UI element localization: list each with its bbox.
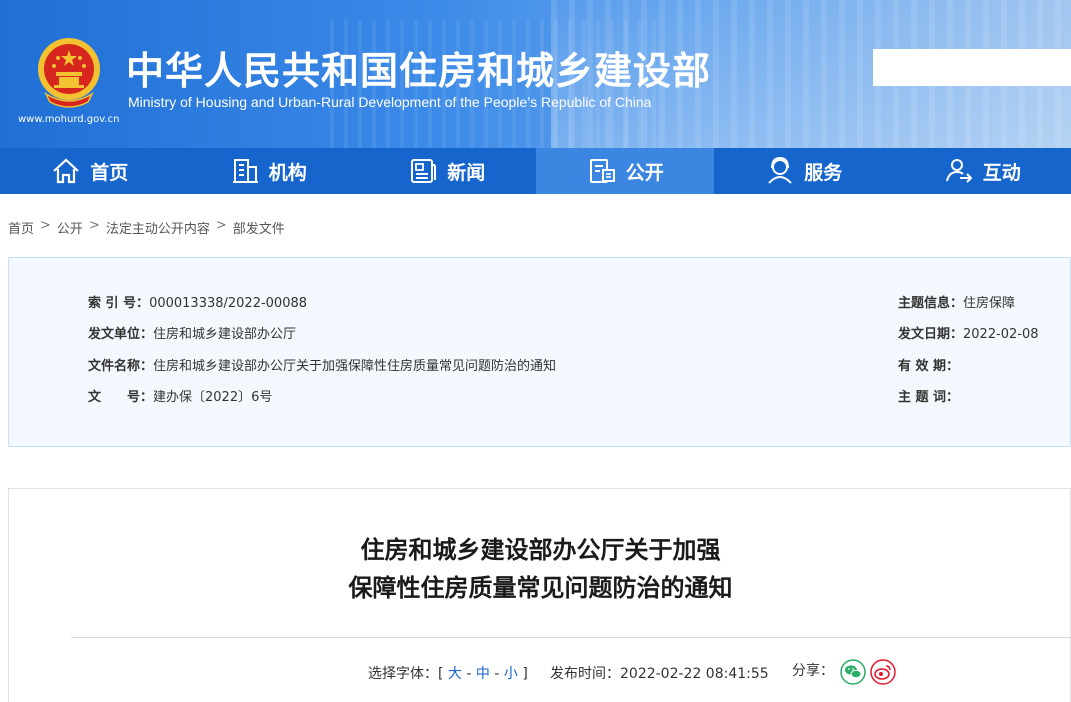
breadcrumb: 首页 > 公开 > 法定主动公开内容 > 部发文件 <box>8 218 285 237</box>
font-small-button[interactable]: 小 <box>504 666 518 682</box>
share-label: 分享： <box>792 663 834 679</box>
breadcrumb-separator: > <box>40 218 51 233</box>
national-emblem-icon <box>38 38 100 108</box>
font-size-selector: 选择字体：[ 大 - 中 - 小 ] <box>368 666 528 682</box>
index-number: 索 引 号：000013338/2022-00088 <box>88 296 308 311</box>
disclosure-icon <box>589 159 615 183</box>
nav-item-organization[interactable]: 机构 <box>179 148 358 194</box>
nav-label: 公开 <box>625 161 664 184</box>
nav-label: 新闻 <box>447 161 486 184</box>
title-divider <box>71 637 1071 638</box>
nav-label: 机构 <box>268 161 307 184</box>
document-name: 文件名称：住房和城乡建设部办公厅关于加强保障性住房质量常见问题防治的通知 <box>88 359 557 374</box>
home-icon <box>53 158 79 184</box>
nav-label: 首页 <box>90 161 129 184</box>
breadcrumb-separator: > <box>215 218 227 233</box>
document-info-panel: 索 引 号：000013338/2022-00088 发文单位：住房和城乡建设部… <box>8 257 1071 447</box>
main-nav: 首页 机构 新闻 公开 服务 互动 <box>0 148 1071 194</box>
wechat-share-icon[interactable] <box>840 659 866 685</box>
topic-info: 主题信息：住房保障 <box>898 296 1016 311</box>
article-title: 住房和城乡建设部办公厅关于加强 保障性住房质量常见问题防治的通知 <box>348 536 733 602</box>
font-large-button[interactable]: 大 <box>448 666 462 682</box>
keywords: 主 题 词： <box>898 390 960 405</box>
nav-item-interaction[interactable]: 互动 <box>893 148 1071 194</box>
nav-item-disclosure[interactable]: 公开 <box>535 148 714 194</box>
document-number: 文 号：建办保〔2022〕6号 <box>88 390 273 405</box>
issuing-unit: 发文单位：住房和城乡建设部办公厅 <box>88 327 297 342</box>
publish-time: 发布时间：2022-02-22 08:41:55 <box>550 666 769 682</box>
breadcrumb-separator: > <box>88 218 100 233</box>
weibo-share-icon[interactable] <box>870 659 896 685</box>
nav-item-service[interactable]: 服务 <box>714 148 893 194</box>
building-icon <box>232 159 258 183</box>
service-icon <box>768 156 792 184</box>
search-area[interactable] <box>873 49 1071 86</box>
font-medium-button[interactable]: 中 <box>476 666 490 682</box>
breadcrumb-statutory[interactable]: 法定主动公开内容 <box>106 218 210 237</box>
news-icon <box>411 159 437 183</box>
nav-label: 服务 <box>804 161 843 184</box>
nav-label: 互动 <box>982 161 1021 184</box>
issue-date: 发文日期：2022-02-08 <box>898 327 1039 342</box>
nav-item-home[interactable]: 首页 <box>0 148 179 194</box>
breadcrumb-ministry-documents[interactable]: 部发文件 <box>233 218 285 237</box>
nav-item-news[interactable]: 新闻 <box>357 148 536 194</box>
site-subtitle: Ministry of Housing and Urban-Rural Deve… <box>128 94 652 110</box>
site-title: 中华人民共和国住房和城乡建设部 <box>126 49 712 93</box>
header-banner: 中华人民共和国住房和城乡建设部 Ministry of Housing and … <box>0 0 1071 148</box>
validity-period: 有 效 期： <box>898 359 960 374</box>
interaction-icon <box>945 159 973 183</box>
breadcrumb-home[interactable]: 首页 <box>8 218 34 237</box>
site-url: www.mohurd.gov.cn <box>18 114 120 125</box>
article-container: 住房和城乡建设部办公厅关于加强 保障性住房质量常见问题防治的通知 选择字体：[ … <box>8 488 1071 702</box>
breadcrumb-disclosure[interactable]: 公开 <box>57 218 83 237</box>
